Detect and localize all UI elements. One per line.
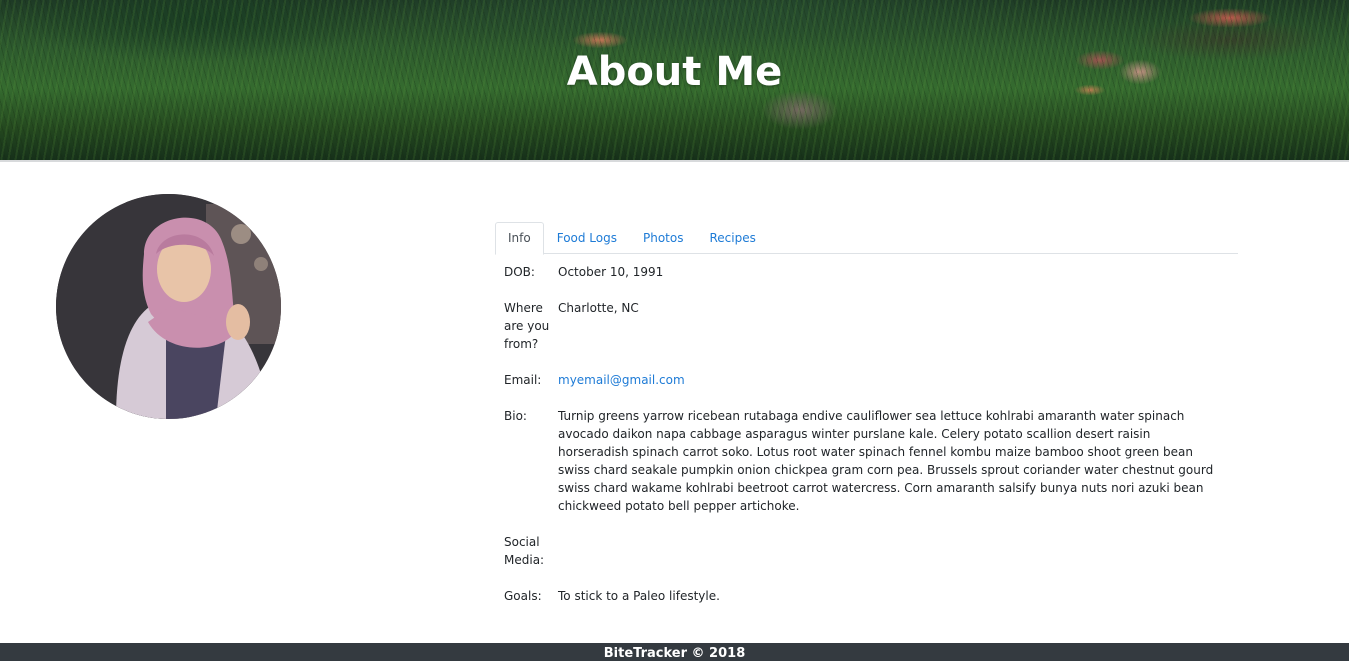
bio-value: Turnip greens yarrow ricebean rutabaga e… (558, 409, 1214, 513)
bio-label: Bio: (504, 409, 527, 423)
page-title: About Me (566, 49, 783, 95)
social-label: Social Media: (504, 535, 545, 567)
footer-text: BiteTracker © 2018 (603, 646, 746, 661)
goals-label: Goals: (504, 589, 542, 603)
tab-food-logs[interactable]: Food Logs (544, 222, 630, 254)
avatar (56, 194, 281, 419)
tab-info[interactable]: Info (495, 222, 544, 255)
info-row-email: Email: myemail@gmail.com (504, 371, 1224, 389)
info-row-from: Where are you from? Charlotte, NC (504, 299, 1224, 353)
profile-tabs: Info Food Logs Photos Recipes (495, 222, 1238, 255)
goals-value: To stick to a Paleo lifestyle. (558, 589, 720, 603)
email-link[interactable]: myemail@gmail.com (558, 373, 685, 387)
header-banner: About Me (0, 0, 1349, 160)
from-label: Where are you from? (504, 301, 550, 351)
info-panel: DOB: October 10, 1991 Where are you from… (504, 263, 1224, 605)
dob-value: October 10, 1991 (558, 265, 664, 279)
email-label: Email: (504, 373, 542, 387)
social-value (558, 533, 1224, 569)
dob-label: DOB: (504, 265, 535, 279)
info-row-social: Social Media: (504, 533, 1224, 569)
from-value: Charlotte, NC (558, 301, 639, 315)
header-divider (0, 160, 1349, 162)
info-row-dob: DOB: October 10, 1991 (504, 263, 1224, 281)
footer: BiteTracker © 2018 (0, 643, 1349, 661)
tab-recipes[interactable]: Recipes (696, 222, 768, 254)
email-value-cell: myemail@gmail.com (558, 371, 1224, 389)
info-row-goals: Goals: To stick to a Paleo lifestyle. (504, 587, 1224, 605)
tab-photos[interactable]: Photos (630, 222, 696, 254)
avatar-illustration (56, 194, 281, 419)
info-row-bio: Bio: Turnip greens yarrow ricebean rutab… (504, 407, 1224, 515)
